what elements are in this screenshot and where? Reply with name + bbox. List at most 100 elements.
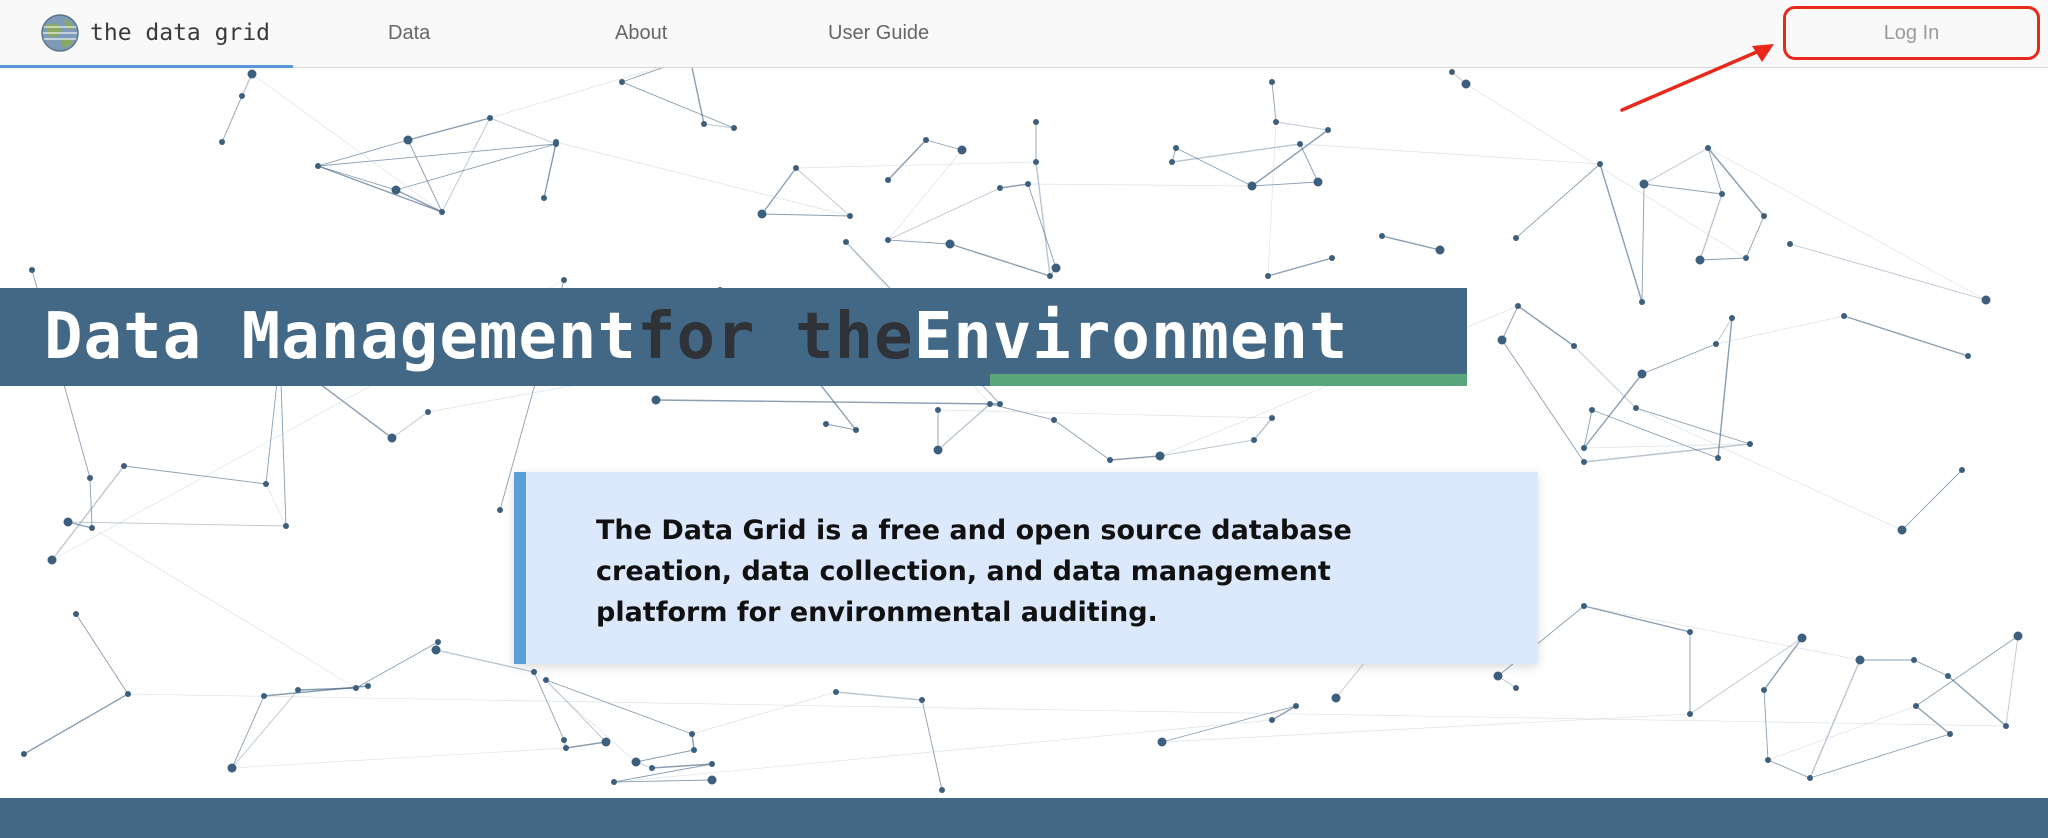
network-node <box>1713 341 1719 347</box>
network-node <box>1729 315 1735 321</box>
network-node <box>89 525 95 531</box>
network-edge <box>1915 635 2019 707</box>
hero-title-part3: Environment <box>913 300 1349 374</box>
network-edge <box>1745 215 1765 259</box>
network-edge <box>1251 129 1329 187</box>
network-node <box>1581 445 1587 451</box>
network-node <box>261 693 267 699</box>
network-edge <box>761 213 851 217</box>
network-node <box>1051 417 1057 423</box>
network-edge <box>1299 143 1601 165</box>
network-edge <box>565 741 607 749</box>
network-node <box>709 761 715 767</box>
network-node <box>21 751 27 757</box>
network-node <box>561 737 567 743</box>
network-edge <box>533 671 637 763</box>
network-edge <box>251 73 443 213</box>
network-node <box>1589 407 1595 413</box>
network-node <box>935 407 941 413</box>
network-edge <box>1171 143 1301 163</box>
network-edge <box>533 671 565 741</box>
network-node <box>1247 181 1257 191</box>
network-edge <box>1699 257 1747 261</box>
network-node <box>707 775 717 785</box>
network-node <box>1597 161 1603 167</box>
network-node <box>263 481 269 487</box>
network-edge <box>543 143 557 199</box>
network-edge <box>23 693 129 755</box>
network-node <box>1855 655 1865 665</box>
network-node <box>939 787 945 793</box>
network-node <box>1981 295 1991 305</box>
network-node <box>1497 335 1507 345</box>
network-edge <box>1809 659 1861 779</box>
network-edge <box>1789 243 1987 301</box>
globe-icon <box>41 13 79 52</box>
network-edge <box>1947 675 2007 727</box>
network-edge <box>999 183 1029 189</box>
network-edge <box>1267 257 1333 277</box>
network-node <box>497 507 503 513</box>
network-edge <box>355 641 439 689</box>
login-button[interactable]: Log In <box>1783 6 2040 60</box>
network-node <box>1157 737 1167 747</box>
network-edge <box>655 399 1001 405</box>
network-node <box>1897 525 1907 535</box>
network-node <box>1747 441 1753 447</box>
network-edge <box>1913 659 1949 677</box>
network-node <box>1331 693 1341 703</box>
network-edge <box>1053 419 1111 461</box>
network-node <box>2013 631 2023 641</box>
network-edge <box>317 143 557 167</box>
network-edge <box>231 689 299 769</box>
network-node <box>87 475 93 481</box>
network-edge <box>1253 417 1273 441</box>
network-node <box>885 237 891 243</box>
network-node <box>885 177 891 183</box>
network-edge <box>1515 163 1601 239</box>
hero-title-banner: Data Management for the Environment <box>0 288 1467 386</box>
network-edge <box>555 141 851 217</box>
hero-title-part1: Data Management <box>44 300 637 374</box>
network-node <box>1965 353 1971 359</box>
network-edge <box>1707 147 1765 217</box>
nav-user-guide-link[interactable]: User Guide <box>828 0 929 66</box>
nav-data-link[interactable]: Data <box>388 0 430 66</box>
network-node <box>1947 731 1953 737</box>
network-edge <box>1035 161 1051 277</box>
network-node <box>1571 343 1577 349</box>
footer-strip <box>0 798 2048 838</box>
network-node <box>731 125 737 131</box>
network-node <box>1435 245 1445 255</box>
network-edge <box>887 187 1001 241</box>
network-node <box>1761 213 1767 219</box>
nav-about-link[interactable]: About <box>615 0 667 66</box>
network-edge <box>1161 713 1691 743</box>
brand-home-link[interactable]: the data grid <box>0 0 293 68</box>
network-edge <box>1501 339 1585 463</box>
title-accent-underline <box>990 374 1467 386</box>
network-node <box>1493 671 1503 681</box>
network-edge <box>1501 305 1519 341</box>
network-edge <box>89 477 93 529</box>
network-edge <box>317 165 397 191</box>
network-node <box>1841 313 1847 319</box>
network-edge <box>1583 605 1861 661</box>
network-node <box>1807 775 1813 781</box>
network-node <box>1155 451 1165 461</box>
network-edge <box>1707 147 1987 301</box>
network-edge <box>1901 469 1963 531</box>
network-node <box>1273 119 1279 125</box>
network-edge <box>1809 733 1951 779</box>
network-edge <box>2005 635 2019 727</box>
network-node <box>73 611 79 617</box>
network-edge <box>1843 315 1969 357</box>
network-node <box>1637 369 1647 379</box>
network-edge <box>1643 147 1709 185</box>
network-node <box>957 145 967 155</box>
network-edge <box>1275 121 1329 131</box>
network-node <box>793 165 799 171</box>
network-node <box>1581 603 1587 609</box>
network-node <box>403 135 413 145</box>
network-node <box>435 639 441 645</box>
